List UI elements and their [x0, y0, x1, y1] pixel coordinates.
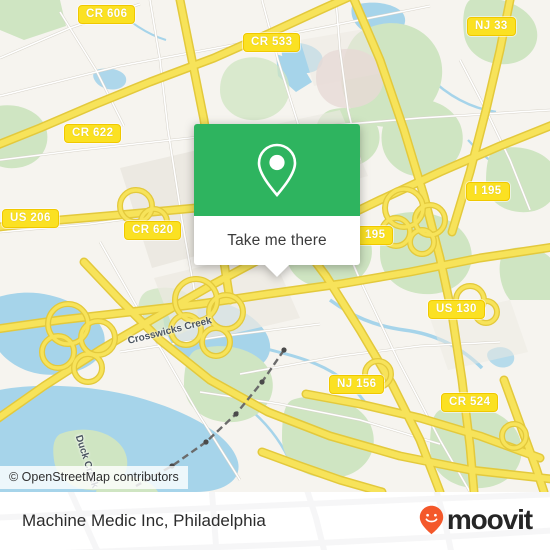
road-shield: CR 622: [64, 124, 122, 143]
road-shield: NJ 33: [467, 17, 516, 36]
map-canvas[interactable]: CR 606 CR 533 NJ 33 CR 622 US 206 CR 620…: [0, 0, 550, 492]
moovit-map-screenshot: CR 606 CR 533 NJ 33 CR 622 US 206 CR 620…: [0, 0, 550, 550]
location-info-card[interactable]: Take me there: [194, 124, 360, 277]
road-shield: 195: [357, 226, 394, 245]
road-shield: CR 606: [78, 5, 136, 24]
footer-bar: Machine Medic Inc, Philadelphia moovit: [0, 492, 550, 550]
moovit-wordmark: moovit: [446, 504, 533, 535]
location-title: Machine Medic Inc, Philadelphia: [22, 511, 266, 530]
road-shield: CR 620: [124, 221, 182, 240]
road-shield: CR 524: [441, 393, 499, 412]
card-footer[interactable]: Take me there: [194, 216, 360, 277]
road-shield: I 195: [466, 182, 510, 201]
card-pointer-tail: [264, 264, 290, 277]
road-shield: NJ 156: [329, 375, 385, 394]
take-me-there-label: Take me there: [227, 231, 327, 249]
moovit-logo[interactable]: moovit: [419, 504, 533, 535]
road-shield: US 206: [2, 209, 59, 228]
road-shield: CR 533: [243, 33, 301, 52]
card-header: [194, 124, 360, 216]
moovit-smiley-pin-icon: [419, 505, 444, 535]
osm-attribution[interactable]: © OpenStreetMap contributors: [0, 466, 188, 489]
road-shield: US 130: [428, 300, 485, 319]
map-pin-icon: [257, 143, 297, 198]
